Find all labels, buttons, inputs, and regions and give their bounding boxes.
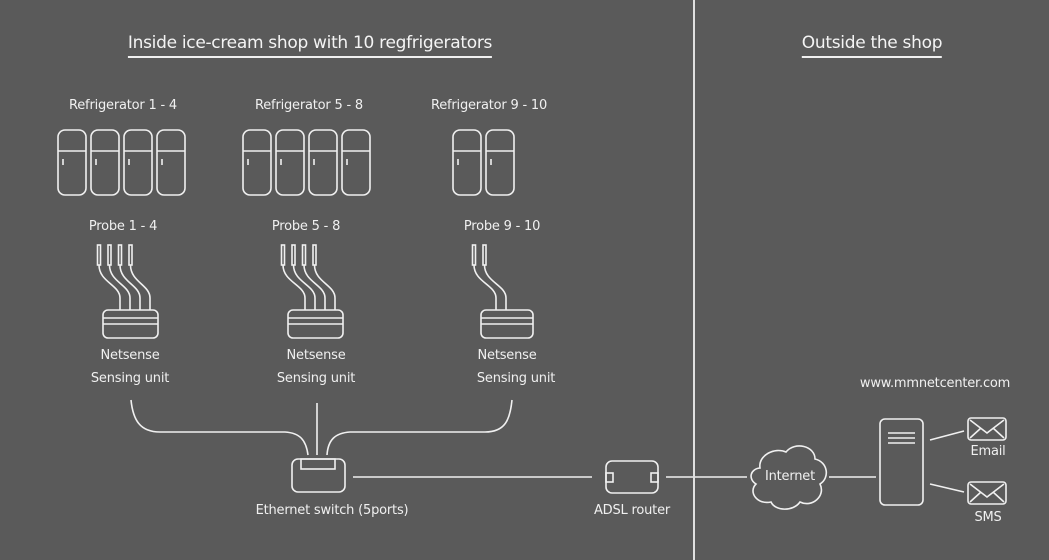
- router-label: ADSL router: [593, 503, 671, 518]
- refrigerator-icon: [57, 129, 87, 196]
- sensing-unit-icon: [480, 309, 534, 339]
- inside-section-title: Inside ice-cream shop with 10 regfrigera…: [127, 33, 492, 58]
- link-server-email: [929, 430, 965, 441]
- internet-label: Internet: [764, 469, 816, 484]
- sensing-unit-type: Sensing unit: [276, 371, 356, 386]
- sensing-unit-icon: [287, 309, 344, 339]
- switch-label: Ethernet switch (5ports): [255, 503, 409, 518]
- refrigerators-layer: [57, 129, 515, 196]
- server-icon: [879, 418, 924, 506]
- cable-unit3-switch: [326, 399, 513, 456]
- refrigerator-group-label: Refrigerator 9 - 10: [430, 98, 548, 113]
- network-diagram: [57, 129, 1007, 510]
- refrigerator-icon: [156, 129, 186, 196]
- sensing-unit-name: Netsense: [286, 348, 346, 363]
- cable-unit1-switch: [130, 399, 309, 456]
- sensing-unit-name: Netsense: [477, 348, 537, 363]
- sensing-unit-name: Netsense: [100, 348, 160, 363]
- probe-icon: [291, 244, 316, 310]
- refrigerator-icon: [452, 129, 482, 196]
- sms-label: SMS: [974, 510, 1002, 525]
- sensing-unit-type: Sensing unit: [476, 371, 556, 386]
- probes-layer: [96, 244, 507, 310]
- probe-group-label: Probe 9 - 10: [463, 219, 541, 234]
- refrigerator-icon: [341, 129, 371, 196]
- probe-icon: [471, 244, 497, 310]
- outside-section-title: Outside the shop: [801, 33, 942, 58]
- refrigerator-icon: [123, 129, 153, 196]
- probe-icon: [312, 244, 336, 310]
- envelope-icon: [967, 481, 1007, 505]
- server-url-label: www.mmnetcenter.com: [859, 376, 1011, 391]
- email-label: Email: [970, 444, 1006, 459]
- refrigerator-group-label: Refrigerator 1 - 4: [69, 98, 177, 113]
- envelope-icon: [967, 417, 1007, 441]
- refrigerator-group-label: Refrigerator 5 - 8: [255, 98, 363, 113]
- probe-group-label: Probe 5 - 8: [271, 219, 341, 234]
- section-divider: [693, 0, 695, 560]
- probe-group-label: Probe 1 - 4: [88, 219, 158, 234]
- refrigerator-icon: [485, 129, 515, 196]
- router-icon: [605, 460, 659, 494]
- refrigerator-icon: [308, 129, 338, 196]
- probe-icon: [482, 244, 507, 310]
- refrigerator-icon: [242, 129, 272, 196]
- refrigerator-icon: [90, 129, 120, 196]
- sensing-unit-icon: [102, 309, 159, 339]
- sensing-unit-type: Sensing unit: [90, 371, 170, 386]
- ethernet-switch-icon: [291, 458, 346, 493]
- probe-icon: [280, 244, 306, 310]
- link-server-sms: [929, 483, 965, 493]
- refrigerator-icon: [275, 129, 305, 196]
